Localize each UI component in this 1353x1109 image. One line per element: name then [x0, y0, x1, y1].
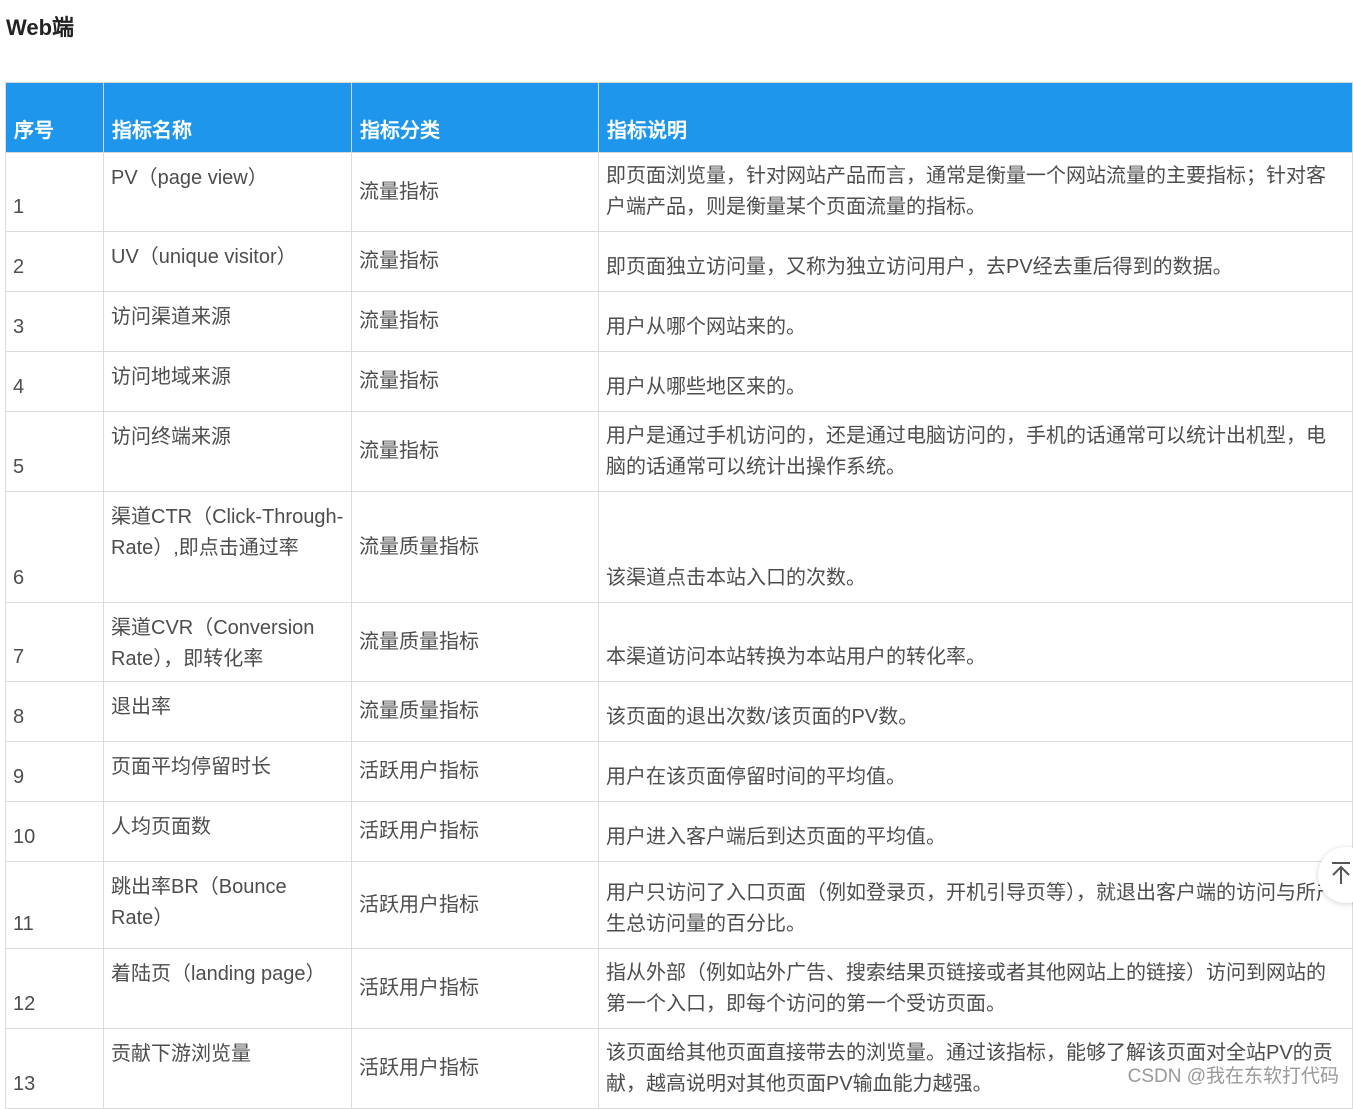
row-description: 用户进入客户端后到达页面的平均值。: [598, 801, 1353, 862]
row-name: 跳出率BR（Bounce Rate）: [103, 861, 352, 949]
row-name: 页面平均停留时长: [103, 741, 352, 802]
table-row: 10 人均页面数 活跃用户指标 用户进入客户端后到达页面的平均值。: [5, 801, 1353, 862]
row-seq: 10: [5, 801, 104, 862]
row-category: 流量指标: [351, 411, 599, 492]
row-name: 退出率: [103, 681, 352, 742]
row-name: 人均页面数: [103, 801, 352, 862]
row-description: 用户只访问了入口页面（例如登录页，开机引导页等），就退出客户端的访问与所产生总访…: [598, 861, 1353, 949]
row-name: 访问终端来源: [103, 411, 352, 492]
row-category: 流量指标: [351, 291, 599, 352]
table-row: 7 渠道CVR（Conversion Rate），即转化率 流量质量指标 本渠道…: [5, 602, 1353, 682]
table-row: 8 退出率 流量质量指标 该页面的退出次数/该页面的PV数。: [5, 681, 1353, 742]
table-row: 9 页面平均停留时长 活跃用户指标 用户在该页面停留时间的平均值。: [5, 741, 1353, 802]
row-seq: 5: [5, 411, 104, 492]
row-name: 渠道CVR（Conversion Rate），即转化率: [103, 602, 352, 682]
section-title: Web端: [6, 15, 75, 40]
watermark: CSDN @我在东软打代码: [1127, 1066, 1339, 1087]
table-row: 6 渠道CTR（Click-Through-Rate）,即点击通过率 流量质量指…: [5, 491, 1353, 603]
metrics-table: 序号 指标名称 指标分类 指标说明 1 PV（page view） 流量指标 即…: [5, 82, 1353, 1109]
row-seq: 13: [5, 1028, 104, 1109]
row-category: 活跃用户指标: [351, 1028, 599, 1109]
row-category: 流量指标: [351, 152, 599, 232]
row-seq: 12: [5, 948, 104, 1029]
row-category: 活跃用户指标: [351, 948, 599, 1029]
arrow-up-to-line-icon: [1330, 861, 1352, 890]
row-description: 该页面的退出次数/该页面的PV数。: [598, 681, 1353, 742]
row-seq: 8: [5, 681, 104, 742]
row-seq: 9: [5, 741, 104, 802]
row-category: 活跃用户指标: [351, 801, 599, 862]
table-row: 5 访问终端来源 流量指标 用户是通过手机访问的，还是通过电脑访问的，手机的话通…: [5, 411, 1353, 492]
header-description: 指标说明: [598, 82, 1353, 153]
row-description: 用户在该页面停留时间的平均值。: [598, 741, 1353, 802]
row-description: 指从外部（例如站外广告、搜索结果页链接或者其他网站上的链接）访问到网站的第一个入…: [598, 948, 1353, 1029]
row-category: 流量指标: [351, 351, 599, 412]
row-name: UV（unique visitor）: [103, 231, 352, 292]
row-seq: 7: [5, 602, 104, 682]
row-seq: 6: [5, 491, 104, 603]
table-row: 4 访问地域来源 流量指标 用户从哪些地区来的。: [5, 351, 1353, 412]
row-seq: 3: [5, 291, 104, 352]
row-description: 用户从哪些地区来的。: [598, 351, 1353, 412]
row-seq: 11: [5, 861, 104, 949]
row-seq: 1: [5, 152, 104, 232]
table-header-row: 序号 指标名称 指标分类 指标说明: [5, 82, 1353, 153]
header-category: 指标分类: [351, 82, 599, 153]
row-description: 本渠道访问本站转换为本站用户的转化率。: [598, 602, 1353, 682]
row-name: 渠道CTR（Click-Through-Rate）,即点击通过率: [103, 491, 352, 603]
row-category: 流量质量指标: [351, 491, 599, 603]
row-seq: 2: [5, 231, 104, 292]
header-name: 指标名称: [103, 82, 352, 153]
row-name: 着陆页（landing page）: [103, 948, 352, 1029]
row-name: 贡献下游浏览量: [103, 1028, 352, 1109]
row-description: 即页面浏览量，针对网站产品而言，通常是衡量一个网站流量的主要指标；针对客户端产品…: [598, 152, 1353, 232]
row-category: 流量质量指标: [351, 602, 599, 682]
row-category: 活跃用户指标: [351, 741, 599, 802]
row-description: 用户是通过手机访问的，还是通过电脑访问的，手机的话通常可以统计出机型，电脑的话通…: [598, 411, 1353, 492]
row-category: 流量质量指标: [351, 681, 599, 742]
table-row: 2 UV（unique visitor） 流量指标 即页面独立访问量，又称为独立…: [5, 231, 1353, 292]
table-row: 11 跳出率BR（Bounce Rate） 活跃用户指标 用户只访问了入口页面（…: [5, 861, 1353, 949]
row-description: 用户从哪个网站来的。: [598, 291, 1353, 352]
header-seq: 序号: [5, 82, 104, 153]
row-description: 该渠道点击本站入口的次数。: [598, 491, 1353, 603]
table-row: 12 着陆页（landing page） 活跃用户指标 指从外部（例如站外广告、…: [5, 948, 1353, 1029]
row-name: 访问地域来源: [103, 351, 352, 412]
table-row: 3 访问渠道来源 流量指标 用户从哪个网站来的。: [5, 291, 1353, 352]
row-category: 活跃用户指标: [351, 861, 599, 949]
table-row: 1 PV（page view） 流量指标 即页面浏览量，针对网站产品而言，通常是…: [5, 152, 1353, 232]
row-name: 访问渠道来源: [103, 291, 352, 352]
row-name: PV（page view）: [103, 152, 352, 232]
row-category: 流量指标: [351, 231, 599, 292]
row-description: 即页面独立访问量，又称为独立访问用户，去PV经去重后得到的数据。: [598, 231, 1353, 292]
row-seq: 4: [5, 351, 104, 412]
